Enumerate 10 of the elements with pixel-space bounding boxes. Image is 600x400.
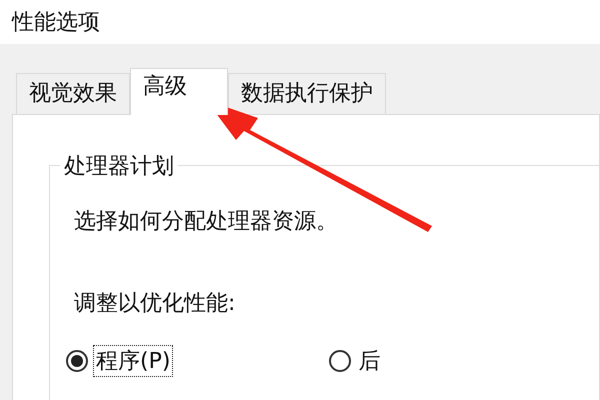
tab[interactable]: 数据执行保护 <box>228 73 386 114</box>
radio-label[interactable]: 后 <box>356 346 382 376</box>
prompt-text: 调整以优化性能: <box>74 290 236 318</box>
radio-label[interactable]: 程序(P) <box>94 346 172 376</box>
window-title: 性能选项 <box>12 9 100 37</box>
description-text: 选择如何分配处理器资源。 <box>74 208 339 236</box>
tab[interactable]: 高级 <box>130 68 228 115</box>
tab[interactable]: 视觉效果 <box>16 73 130 114</box>
radio-button[interactable] <box>328 350 350 372</box>
radio-button[interactable] <box>66 350 88 372</box>
